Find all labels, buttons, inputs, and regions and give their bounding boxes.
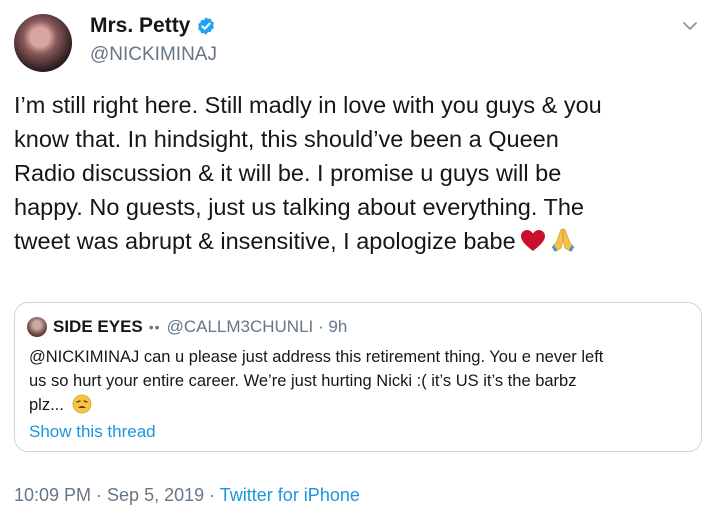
quoted-avatar[interactable] xyxy=(27,317,47,337)
author-display-name[interactable]: Mrs. Petty xyxy=(90,14,190,38)
quoted-tweet-header: SIDE EYES •• @CALLM3CHUNLI · 9h xyxy=(27,317,347,337)
quoted-handle-time[interactable]: @CALLM3CHUNLI · 9h xyxy=(167,317,348,337)
folded-hands-icon xyxy=(551,228,574,252)
quoted-display-name[interactable]: SIDE EYES xyxy=(53,317,143,337)
tweet-text-line: I’m still right here. Still madly in lov… xyxy=(14,92,602,118)
tweet-text-line: happy. No guests, just us talking about … xyxy=(14,194,585,220)
tweet-text: I’m still right here. Still madly in lov… xyxy=(14,88,704,258)
weary-face-icon xyxy=(73,394,92,414)
timestamp[interactable]: 10:09 PM · Sep 5, 2019 · xyxy=(14,485,220,505)
verified-badge-icon xyxy=(198,17,215,35)
red-heart-icon xyxy=(520,230,545,251)
quoted-tweet[interactable]: SIDE EYES •• @CALLM3CHUNLI · 9h @NICKIMI… xyxy=(14,302,702,452)
show-thread-link[interactable]: Show this thread xyxy=(29,422,156,442)
tweet-text-line: Radio discussion & it will be. I promise… xyxy=(14,160,562,186)
chevron-down-icon[interactable] xyxy=(682,18,698,34)
avatar[interactable] xyxy=(14,14,72,72)
quoted-tweet-text: @NICKIMINAJ can u please just address th… xyxy=(29,345,693,417)
tweet-text-line: tweet was abrupt & insensitive, I apolog… xyxy=(14,228,516,254)
tweet-meta: 10:09 PM · Sep 5, 2019 · Twitter for iPh… xyxy=(14,485,360,506)
quoted-text-line: us so hurt your entire career. We’re jus… xyxy=(29,372,577,390)
source-link[interactable]: Twitter for iPhone xyxy=(220,485,360,505)
tweet-text-line: know that. In hindsight, this should’ve … xyxy=(14,126,559,152)
tweet-card: Mrs. Petty @NICKIMINAJ I’m still right h… xyxy=(0,0,720,527)
quoted-text-line-last: plz... xyxy=(29,393,693,417)
author-handle[interactable]: @NICKIMINAJ xyxy=(90,44,217,66)
tweet-text-line-last: tweet was abrupt & insensitive, I apolog… xyxy=(14,224,704,258)
quoted-text-line: @NICKIMINAJ can u please just address th… xyxy=(29,348,604,366)
author-name-row: Mrs. Petty xyxy=(90,14,216,38)
quoted-text-line: plz... xyxy=(29,396,64,414)
eyes-emoji-icon: •• xyxy=(148,319,161,335)
